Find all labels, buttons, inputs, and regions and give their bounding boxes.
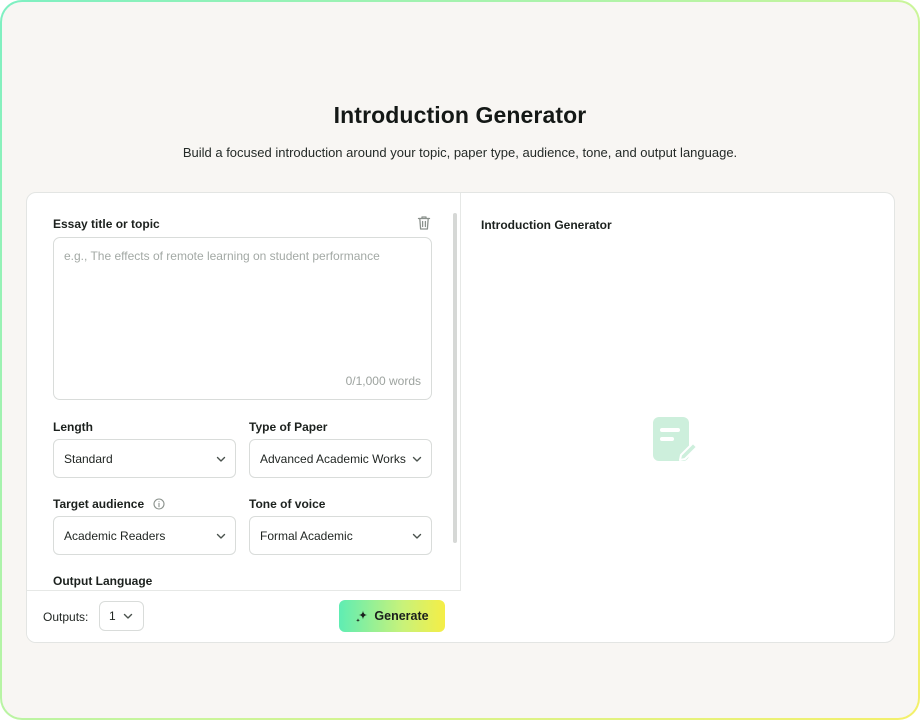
form-scrollbar[interactable]: [453, 213, 457, 590]
scrollbar-thumb[interactable]: [453, 213, 457, 543]
page-subtitle: Build a focused introduction around your…: [182, 145, 738, 160]
generate-button[interactable]: Generate: [339, 600, 445, 632]
paper-type-select[interactable]: Advanced Academic Works: [249, 439, 432, 478]
audience-label-text: Target audience: [53, 497, 145, 511]
tone-value: Formal Academic: [260, 528, 353, 543]
audience-label: Target audience: [53, 497, 166, 511]
outputs-label: Outputs:: [43, 610, 89, 624]
result-panel: Introduction Generator: [462, 193, 894, 642]
paper-type-label: Type of Paper: [249, 420, 328, 434]
audience-select[interactable]: Academic Readers: [53, 516, 236, 555]
length-label: Length: [53, 420, 93, 434]
chevron-down-icon: [412, 456, 422, 462]
paper-type-value: Advanced Academic Works: [260, 451, 406, 466]
outputs-select[interactable]: 1: [99, 601, 144, 631]
info-icon[interactable]: [153, 498, 166, 510]
audience-value: Academic Readers: [64, 528, 166, 543]
chevron-down-icon: [123, 613, 132, 619]
app-background: Introduction Generator Build a focused i…: [2, 2, 918, 718]
topic-input-box: 0/1,000 words: [53, 237, 432, 400]
word-count: 0/1,000 words: [345, 374, 421, 388]
form-footer: Outputs: 1 Generate: [27, 590, 461, 642]
generator-card: Essay title or topic 0/1,000 words: [26, 192, 895, 643]
trash-icon[interactable]: [417, 215, 431, 231]
outputs-value: 1: [109, 609, 116, 623]
output-language-label: Output Language: [53, 574, 153, 588]
chevron-down-icon: [216, 456, 226, 462]
app-frame: Introduction Generator Build a focused i…: [0, 0, 920, 720]
length-select[interactable]: Standard: [53, 439, 236, 478]
chevron-down-icon: [216, 533, 226, 539]
result-title: Introduction Generator: [481, 218, 612, 232]
length-value: Standard: [64, 451, 113, 466]
tone-select[interactable]: Formal Academic: [249, 516, 432, 555]
tone-label: Tone of voice: [249, 497, 326, 511]
page-title: Introduction Generator: [333, 102, 587, 128]
sparkle-icon: [356, 610, 368, 623]
form-scroll-area[interactable]: Essay title or topic 0/1,000 words: [27, 193, 461, 590]
chevron-down-icon: [412, 533, 422, 539]
form-panel: Essay title or topic 0/1,000 words: [27, 193, 461, 642]
generate-label: Generate: [374, 609, 429, 623]
document-edit-icon: [653, 417, 698, 461]
topic-label: Essay title or topic: [53, 217, 160, 231]
